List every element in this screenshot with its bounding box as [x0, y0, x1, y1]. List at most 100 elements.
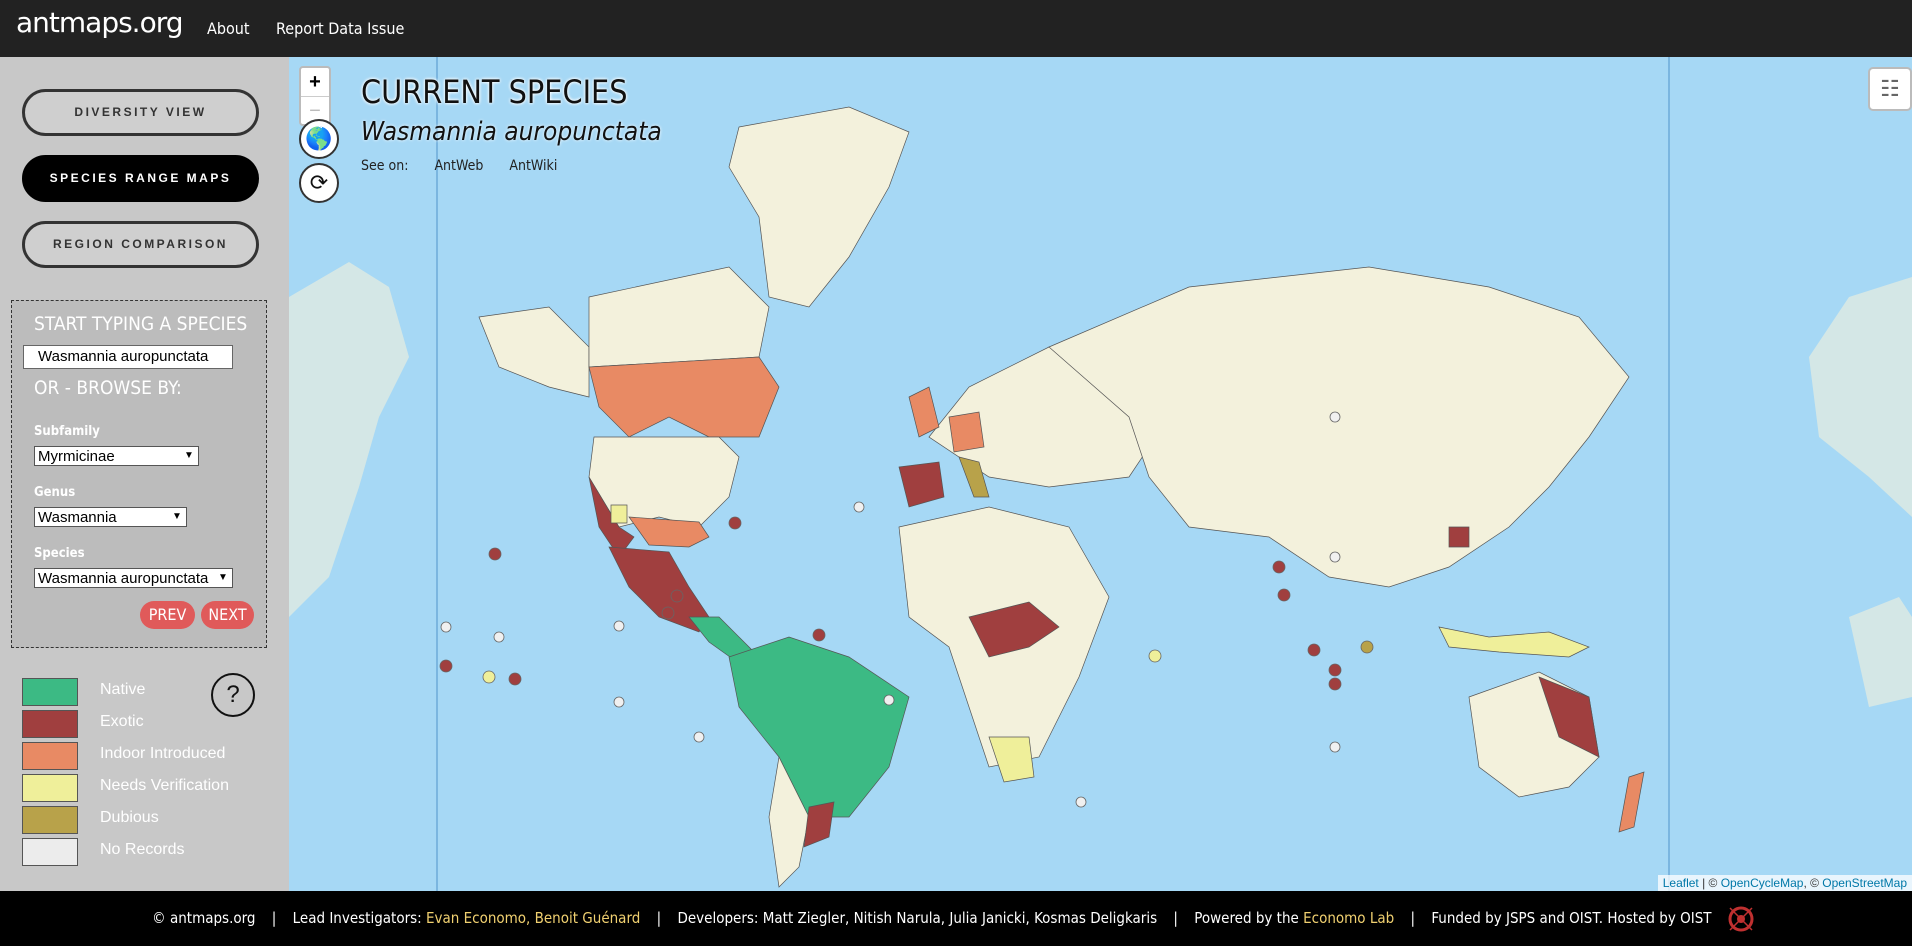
- attribution-sep: | ©: [1698, 876, 1721, 890]
- subfamily-label: Subfamily: [34, 424, 100, 439]
- marker-verify: [482, 670, 496, 684]
- subfamily-select-value: Myrmicinae: [38, 448, 115, 465]
- see-on-links: See on: AntWeb AntWiki: [361, 158, 579, 174]
- region-canada-north: [588, 266, 770, 368]
- map-title: CURRENT SPECIES: [361, 73, 628, 111]
- region-south-america-native: [728, 636, 910, 818]
- marker-exotic: [1277, 588, 1291, 602]
- search-title: START TYPING A SPECIES: [34, 313, 248, 335]
- antweb-link[interactable]: AntWeb: [434, 158, 483, 174]
- marker-exotic: [661, 606, 675, 620]
- region-argentina-exotic: [803, 801, 835, 848]
- region-greenland: [728, 106, 910, 308]
- genus-select[interactable]: Wasmannia ▼: [34, 507, 187, 527]
- region-comparison-button[interactable]: REGION COMPARISON: [22, 221, 259, 268]
- legend-label: Native: [100, 681, 146, 698]
- region-new-zealand-indoor: [1618, 771, 1645, 833]
- world-map[interactable]: + − 🌎 ⟳ CURRENT SPECIES Wasmannia auropu…: [289, 57, 1912, 891]
- marker-no-records: [613, 620, 625, 632]
- openstreetmap-link[interactable]: OpenStreetMap: [1822, 876, 1907, 890]
- region-usa-verify: [610, 504, 628, 524]
- footer-lead-names[interactable]: Evan Economo, Benoit Guénard: [426, 909, 640, 927]
- site-logo[interactable]: antmaps.org: [16, 6, 184, 39]
- marker-exotic: [1328, 663, 1342, 677]
- marker-no-records: [853, 501, 865, 513]
- region-spain-exotic: [898, 461, 945, 508]
- top-navbar: antmaps.org About Report Data Issue: [0, 0, 1912, 58]
- marker-exotic: [1307, 643, 1321, 657]
- footer-economo-lab-link[interactable]: Economo Lab: [1303, 909, 1394, 927]
- region-indonesia-verify: [1438, 626, 1590, 658]
- opencyclemap-link[interactable]: OpenCycleMap: [1721, 876, 1804, 890]
- legend-label: Needs Verification: [100, 777, 229, 794]
- footer-dev-names: Matt Ziegler, Nitish Narula, Julia Janic…: [762, 909, 1158, 927]
- footer-powered-label: Powered by the: [1194, 909, 1299, 927]
- footer-lead-label: Lead Investigators:: [292, 909, 422, 927]
- marker-exotic: [1272, 560, 1286, 574]
- legend-swatch: [22, 710, 78, 738]
- next-button[interactable]: NEXT: [201, 601, 254, 629]
- browse-title: OR - BROWSE BY:: [34, 377, 182, 399]
- marker-no-records: [1329, 741, 1341, 753]
- species-select-value: Wasmannia auropunctata: [38, 570, 209, 587]
- species-search-input[interactable]: Wasmannia auropunctata: [23, 345, 233, 369]
- diversity-view-button[interactable]: DIVERSITY VIEW: [22, 89, 259, 136]
- legend-label: Dubious: [100, 809, 159, 826]
- antwiki-link[interactable]: AntWiki: [509, 158, 557, 174]
- species-range-maps-button[interactable]: SPECIES RANGE MAPS: [22, 155, 259, 202]
- refresh-icon[interactable]: ⟳: [299, 163, 339, 203]
- layers-icon[interactable]: ☷: [1868, 67, 1912, 111]
- legend-label: No Records: [100, 841, 185, 858]
- region-china-exotic: [1448, 526, 1470, 548]
- sidebar: DIVERSITY VIEW SPECIES RANGE MAPS REGION…: [0, 57, 290, 891]
- legend-label: Indoor Introduced: [100, 745, 226, 762]
- marker-no-records: [440, 621, 452, 633]
- marker-exotic: [439, 659, 453, 673]
- legend-swatch: [22, 774, 78, 802]
- attribution-sep: , ©: [1803, 876, 1823, 890]
- land-wrap-right-au: [1849, 597, 1912, 707]
- marker-exotic: [488, 547, 502, 561]
- zoom-in-button[interactable]: +: [301, 68, 329, 96]
- chevron-down-icon: ▼: [182, 447, 196, 465]
- species-select[interactable]: Wasmannia auropunctata ▼: [34, 568, 233, 588]
- legend-swatch: [22, 806, 78, 834]
- chevron-down-icon: ▼: [216, 569, 230, 587]
- marker-exotic: [1328, 677, 1342, 691]
- species-search-panel: START TYPING A SPECIES Wasmannia auropun…: [11, 300, 267, 648]
- footer: © antmaps.org | Lead Investigators: Evan…: [0, 891, 1912, 946]
- globe-icon[interactable]: 🌎: [299, 119, 339, 159]
- zoom-control: + −: [299, 66, 331, 126]
- oist-logo-icon: [1728, 906, 1754, 931]
- marker-verify: [1148, 649, 1162, 663]
- legend-swatch: [22, 742, 78, 770]
- legend-label: Exotic: [100, 713, 144, 730]
- prev-button[interactable]: PREV: [140, 601, 195, 629]
- marker-exotic: [812, 628, 826, 642]
- legend-swatch: [22, 678, 78, 706]
- marker-no-records: [883, 694, 895, 706]
- footer-funded: Funded by JSPS and OIST. Hosted by OIST: [1431, 909, 1712, 927]
- marker-exotic: [728, 516, 742, 530]
- land-wrap-right: [1809, 277, 1912, 517]
- help-button[interactable]: ?: [211, 673, 255, 717]
- marker-no-records: [493, 631, 505, 643]
- marker-no-records: [1329, 551, 1341, 563]
- leaflet-link[interactable]: Leaflet: [1663, 876, 1699, 890]
- species-label: Species: [34, 546, 85, 561]
- marker-exotic: [508, 672, 522, 686]
- marker-dubious: [1360, 640, 1374, 654]
- genus-label: Genus: [34, 485, 76, 500]
- marker-no-records: [1329, 411, 1341, 423]
- marker-no-records: [613, 696, 625, 708]
- marker-no-records: [1075, 796, 1087, 808]
- region-alaska: [478, 306, 590, 398]
- nav-about-link[interactable]: About: [207, 19, 250, 38]
- marker-exotic: [670, 589, 684, 603]
- map-canvas: [289, 57, 1912, 891]
- nav-report-data-issue-link[interactable]: Report Data Issue: [276, 19, 404, 38]
- chevron-down-icon: ▼: [170, 508, 184, 526]
- region-germany-indoor: [948, 411, 985, 453]
- region-asia: [1048, 266, 1630, 588]
- subfamily-select[interactable]: Myrmicinae ▼: [34, 446, 199, 466]
